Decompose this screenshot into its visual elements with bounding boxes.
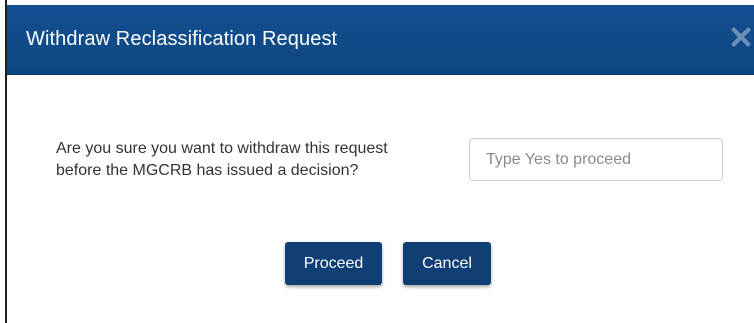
close-icon[interactable] [727,23,754,51]
cancel-button[interactable]: Cancel [403,242,491,285]
confirmation-message: Are you sure you want to withdraw this r… [56,140,388,179]
confirm-yes-input[interactable] [469,138,723,181]
dialog-title: Withdraw Reclassification Request [26,28,338,50]
dialog-header: Withdraw Reclassification Request [7,5,754,75]
withdraw-dialog: Withdraw Reclassification Request Are yo… [5,0,754,323]
proceed-button[interactable]: Proceed [285,242,382,285]
